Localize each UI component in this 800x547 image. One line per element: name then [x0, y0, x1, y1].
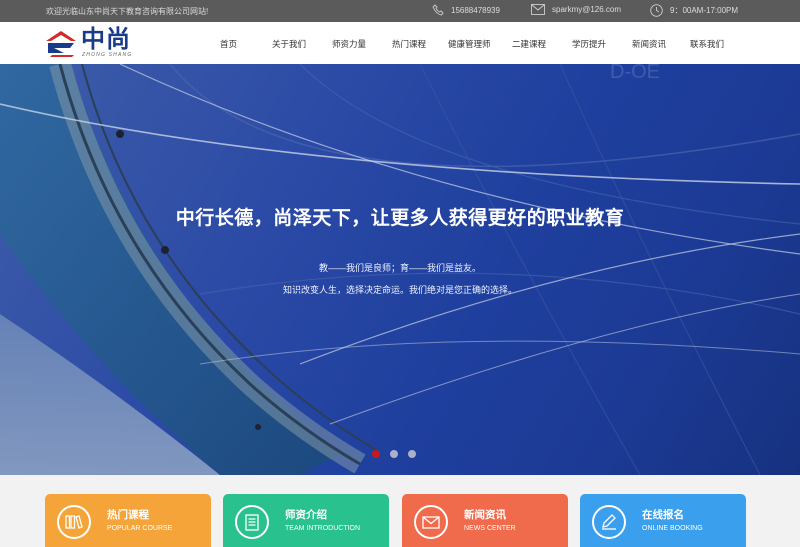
card-title: 在线报名 [642, 509, 684, 521]
feature-cards: 热门课程 POPULAR COURSE 师资介绍 TEAM INTRODUCTI… [0, 475, 800, 547]
card-subtitle: POPULAR COURSE [107, 525, 173, 532]
phone-number: 15688478939 [451, 5, 500, 15]
mail-icon [531, 4, 545, 15]
card-title: 新闻资讯 [464, 509, 506, 521]
banner-subtitle-1: 教——我们是良师；育——我们是益友。 [318, 263, 481, 273]
card-team-intro[interactable]: 师资介绍 TEAM INTRODUCTION [223, 494, 389, 547]
hours-info: 9：00AM-17:00PM [650, 4, 738, 17]
banner-subtitle-2: 知识改变人生，选择决定命运。我们绝对是您正确的选择。 [282, 285, 517, 295]
header: 中尚 ZHONG SHANG 首页 关于我们 师资力量 热门课程 健康管理师 二… [0, 22, 800, 64]
nav-hot-courses[interactable]: 热门课程 [392, 38, 426, 50]
top-info-bar: 欢迎光临山东中尚天下教育咨询有限公司网站! 15688478939 sparkm… [0, 0, 800, 22]
card-subtitle: TEAM INTRODUCTION [285, 525, 361, 532]
books-icon [57, 505, 91, 539]
banner-headline: 中行长德，尚泽天下，让更多人获得更好的职业教育 [175, 208, 625, 229]
nav-news[interactable]: 新闻资讯 [632, 38, 666, 50]
nav-degree[interactable]: 学历提升 [572, 38, 606, 50]
slider-dots [372, 450, 416, 458]
card-title: 热门课程 [107, 509, 149, 521]
business-hours: 9：00AM-17:00PM [670, 6, 739, 15]
main-nav: 首页 关于我们 师资力量 热门课程 健康管理师 二建课程 学历提升 新闻资讯 联… [0, 22, 800, 64]
card-online-booking[interactable]: 在线报名 ONLINE BOOKING [580, 494, 746, 547]
phone-info: 15688478939 [432, 4, 500, 16]
svg-text:D-OE: D-OE [610, 64, 660, 83]
hero-banner[interactable]: D-OE 中行长德，尚泽天下，让更多人获得更好的职业教育 教——我们是良师；育—… [0, 64, 800, 475]
welcome-text: 欢迎光临山东中尚天下教育咨询有限公司网站! [46, 7, 209, 16]
nav-about[interactable]: 关于我们 [272, 38, 306, 50]
phone-icon [432, 4, 444, 16]
clock-icon [650, 4, 663, 17]
slider-dot-1[interactable] [372, 450, 380, 458]
nav-home[interactable]: 首页 [220, 38, 237, 50]
email-info: sparkmy@126.com [531, 4, 621, 15]
slider-dot-2[interactable] [390, 450, 398, 458]
envelope-icon [414, 505, 448, 539]
card-hot-courses[interactable]: 热门课程 POPULAR COURSE [45, 494, 211, 547]
email-address: sparkmy@126.com [552, 5, 622, 14]
card-title: 师资介绍 [285, 509, 327, 521]
card-subtitle: NEWS CENTER [464, 525, 516, 532]
nav-contact[interactable]: 联系我们 [690, 38, 724, 50]
card-subtitle: ONLINE BOOKING [642, 525, 703, 532]
slider-dot-3[interactable] [408, 450, 416, 458]
nav-health-manager[interactable]: 健康管理师 [448, 38, 491, 50]
edit-icon [592, 505, 626, 539]
nav-second-construction[interactable]: 二建课程 [512, 38, 546, 50]
card-news-center[interactable]: 新闻资讯 NEWS CENTER [402, 494, 568, 547]
nav-teachers[interactable]: 师资力量 [332, 38, 366, 50]
document-icon [235, 505, 269, 539]
